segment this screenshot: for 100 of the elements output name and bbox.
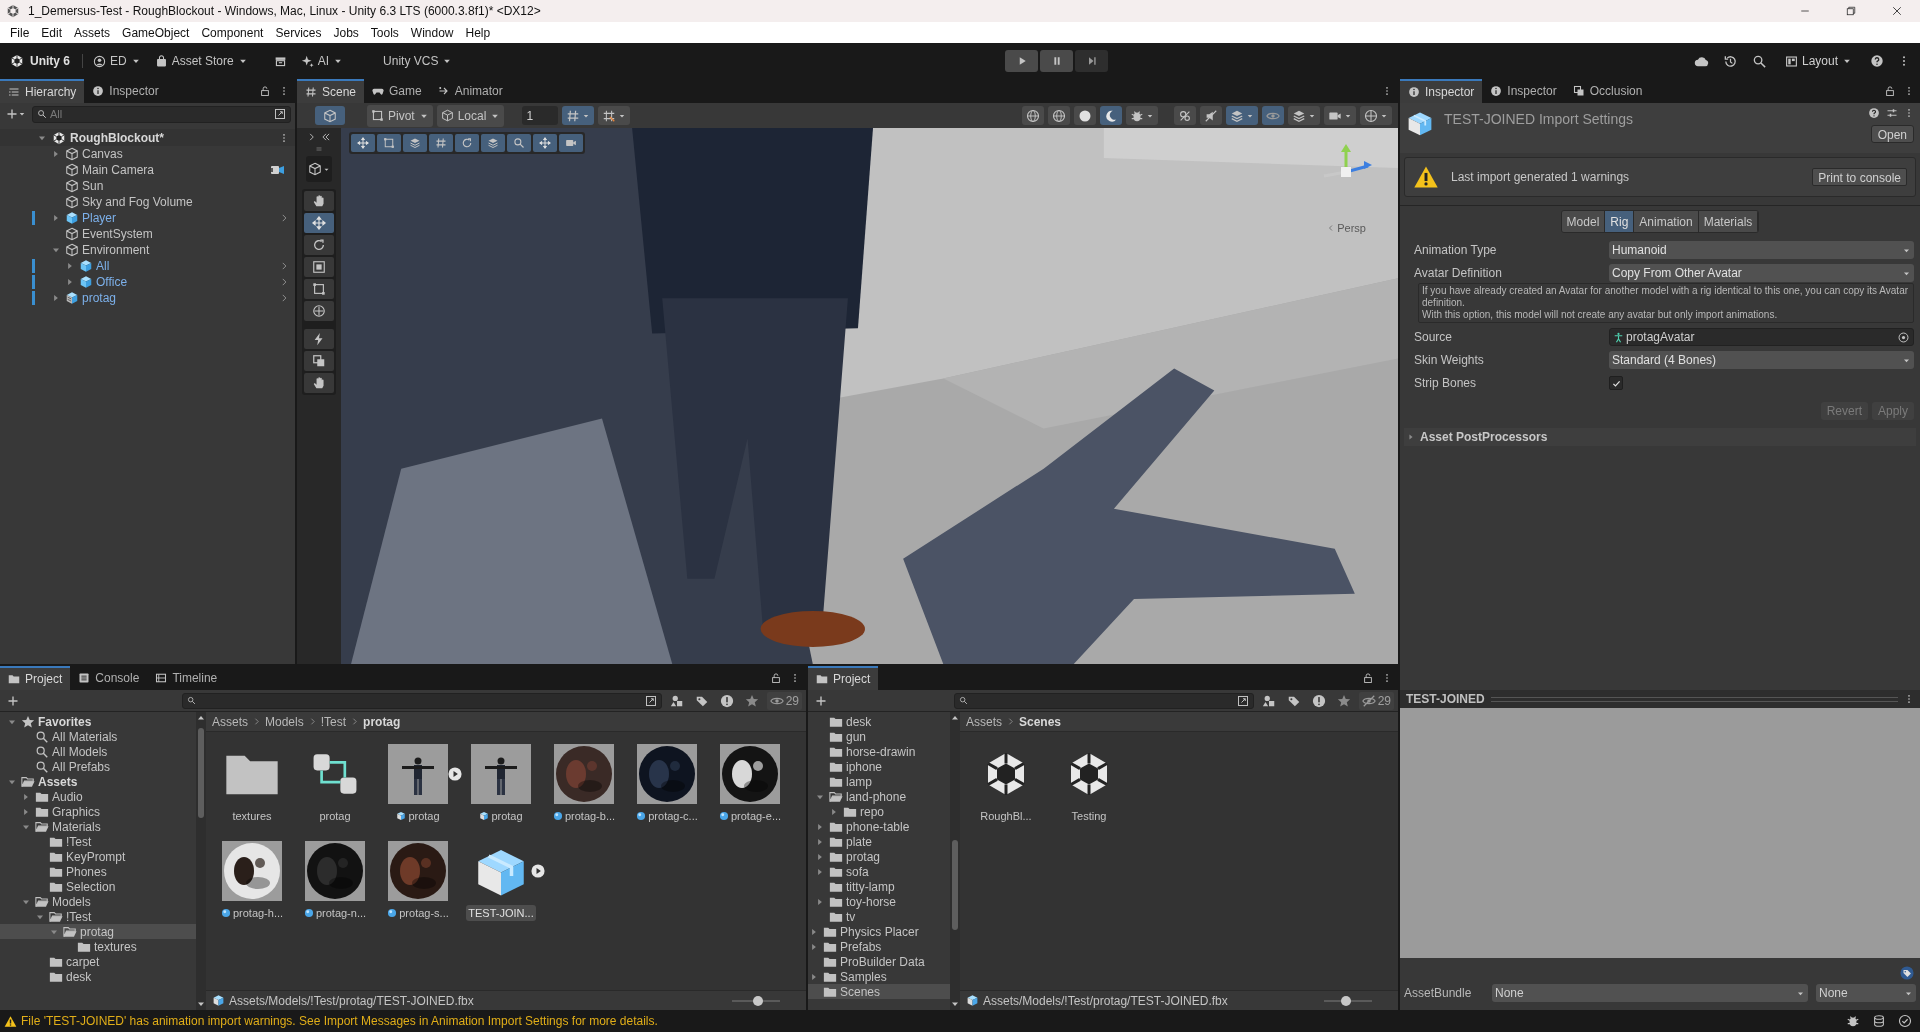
tree-item[interactable]: EventSystem — [0, 226, 295, 242]
tree-item[interactable]: All Prefabs — [0, 759, 196, 774]
tree-item[interactable]: All Materials — [0, 729, 196, 744]
grid-size-field[interactable]: 1 — [522, 106, 559, 125]
tree-item[interactable]: Models — [0, 894, 196, 909]
tree-item[interactable]: textures — [0, 939, 196, 954]
tree-item[interactable]: ProBuilder Data — [808, 954, 950, 969]
tree-item[interactable]: phone-table — [808, 819, 950, 834]
search-input[interactable]: All — [50, 106, 271, 122]
account-dropdown[interactable]: ED — [89, 50, 145, 72]
tree-item[interactable]: Player — [0, 210, 295, 226]
asset-bundle-dropdown[interactable]: None — [1492, 984, 1808, 1002]
menu-item[interactable]: Jobs — [327, 23, 365, 42]
dropdown-field[interactable]: Standard (4 Bones) — [1609, 351, 1914, 369]
panel-tab[interactable]: Inspector — [84, 79, 167, 103]
pivot-dropdown[interactable]: Pivot — [367, 104, 433, 127]
dropdown-field[interactable]: Copy From Other Avatar — [1609, 264, 1914, 282]
tree-item[interactable]: Favorites — [0, 714, 196, 729]
tree-item[interactable]: lamp — [808, 774, 950, 789]
menu-item[interactable]: Services — [269, 23, 328, 42]
projection-toggle[interactable]: Persp — [1327, 220, 1366, 237]
tree-item[interactable]: iphone — [808, 759, 950, 774]
panel-tab[interactable]: Inspector — [1400, 79, 1483, 103]
hidden-packages-button[interactable]: 29 — [1358, 691, 1394, 710]
tree-item[interactable]: Phones — [0, 864, 196, 879]
tree-item[interactable]: Office — [0, 274, 295, 290]
tree-item[interactable]: protag — [0, 924, 196, 939]
breadcrumb-link[interactable]: Models — [265, 712, 304, 731]
search-field[interactable]: All — [32, 105, 291, 123]
tree-item[interactable]: Samples — [808, 969, 950, 984]
hidden-packages-button[interactable]: 29 — [766, 691, 802, 710]
foldout-header[interactable]: Asset PostProcessors — [1404, 428, 1916, 446]
tree-item[interactable]: Sun — [0, 178, 295, 194]
open-button[interactable]: Open — [1870, 125, 1914, 143]
panel-tab[interactable]: Occlusion — [1564, 79, 1651, 103]
asset-item[interactable]: RoughBl... — [978, 808, 1034, 825]
ai-dropdown[interactable]: AI — [296, 50, 348, 72]
tree-item[interactable]: desk — [808, 714, 950, 729]
asset-item[interactable]: protag-s... — [385, 904, 451, 921]
menu-item[interactable]: GameObject — [116, 23, 196, 42]
tree-item[interactable]: All Models — [0, 744, 196, 759]
panel-tab[interactable]: Game — [364, 79, 430, 103]
tree-item[interactable]: repo — [808, 804, 950, 819]
menu-item[interactable]: Help — [459, 23, 497, 42]
object-field[interactable]: protagAvatar — [1609, 328, 1914, 346]
tree-item[interactable]: !Test — [0, 834, 196, 849]
asset-item[interactable]: protag-e... — [716, 808, 784, 825]
tree-item[interactable]: protag — [808, 849, 950, 864]
menu-item[interactable]: Window — [404, 23, 460, 42]
asset-item[interactable]: protag-b... — [550, 808, 618, 825]
section-tab[interactable]: Model — [1561, 211, 1606, 232]
asset-item[interactable]: protag-n... — [301, 904, 369, 921]
tree-item[interactable]: Prefabs — [808, 939, 950, 954]
tree-item[interactable]: sofa — [808, 864, 950, 879]
tree-item[interactable]: Graphics — [0, 804, 196, 819]
panel-tab[interactable]: Project — [0, 666, 71, 690]
tree-item[interactable]: Canvas — [0, 146, 295, 162]
scene-header[interactable]: RoughBlockout* — [0, 129, 295, 146]
print-to-console-button[interactable]: Print to console — [1812, 168, 1907, 186]
tree-item[interactable]: tv — [808, 909, 950, 924]
asset-item[interactable]: protag-c... — [634, 808, 700, 825]
menu-item[interactable]: Edit — [35, 23, 69, 42]
asset-item[interactable]: protag — [477, 808, 525, 825]
asset-item[interactable]: TEST-JOIN... — [466, 904, 536, 921]
panel-tab[interactable]: Timeline — [147, 666, 226, 690]
menu-item[interactable]: Assets — [68, 23, 117, 42]
tree-item[interactable]: Sky and Fog Volume — [0, 194, 295, 210]
asset-item[interactable]: protag — [317, 808, 353, 825]
tree-item[interactable]: Environment — [0, 242, 295, 258]
tree-item[interactable]: !Test — [0, 909, 196, 924]
menu-item[interactable]: File — [4, 23, 36, 42]
menu-item[interactable]: Tools — [364, 23, 405, 42]
breadcrumb-link[interactable]: Scenes — [1019, 712, 1062, 731]
asset-item[interactable]: protag-h... — [218, 904, 286, 921]
space-dropdown[interactable]: Local — [436, 104, 505, 127]
section-tab[interactable]: Rig — [1605, 211, 1635, 232]
layout-dropdown[interactable]: Layout — [1780, 50, 1856, 72]
product-button[interactable]: Unity 6 — [10, 50, 76, 72]
tree-item[interactable]: gun — [808, 729, 950, 744]
panel-tab[interactable]: Animator — [429, 79, 511, 103]
tree-item[interactable]: Audio — [0, 789, 196, 804]
section-tab[interactable]: Materials — [1698, 211, 1759, 232]
menu-item[interactable]: Component — [195, 23, 270, 42]
breadcrumb-link[interactable]: Assets — [966, 712, 1002, 731]
panel-tab[interactable]: Hierarchy — [0, 79, 85, 103]
tree-item[interactable]: KeyPrompt — [0, 849, 196, 864]
panel-tab[interactable]: Scene — [297, 79, 365, 103]
tree-item[interactable]: plate — [808, 834, 950, 849]
tree-item[interactable]: Scenes — [808, 984, 950, 999]
tree-item[interactable]: Selection — [0, 879, 196, 894]
asset-item[interactable]: textures — [230, 808, 274, 825]
tree-item[interactable]: Main Camera — [0, 162, 295, 178]
tree-item[interactable]: desk — [0, 969, 196, 984]
tree-item[interactable]: Assets — [0, 774, 196, 789]
tree-item[interactable]: horse-drawin — [808, 744, 950, 759]
panel-tab[interactable]: Console — [70, 666, 148, 690]
asset-item[interactable]: protag — [394, 808, 442, 825]
tree-item[interactable]: toy-horse — [808, 894, 950, 909]
version-control-dropdown[interactable]: Unity VCS — [379, 50, 457, 72]
panel-tab[interactable]: Inspector — [1482, 79, 1565, 103]
